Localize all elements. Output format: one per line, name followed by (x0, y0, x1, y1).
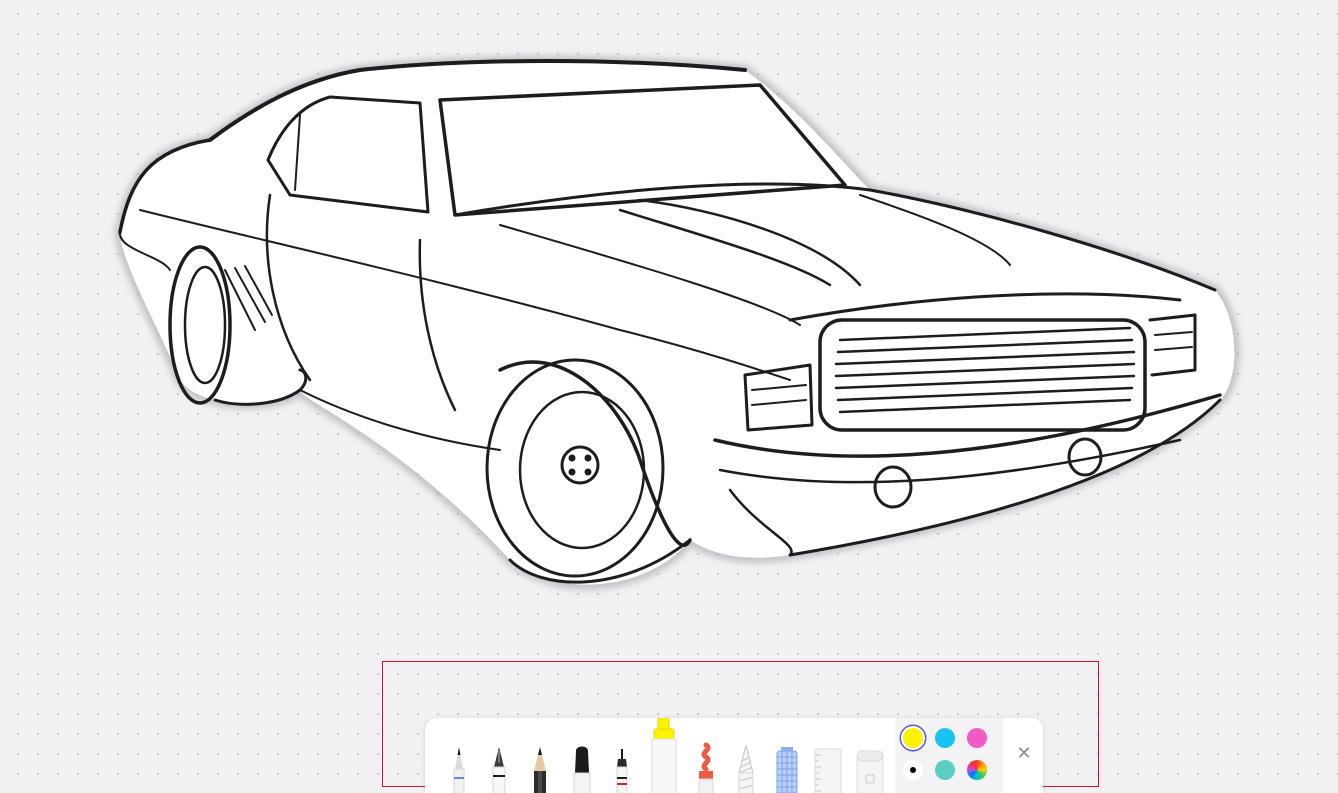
ruler-icon[interactable] (813, 731, 843, 793)
color-swatch-pink[interactable] (967, 728, 987, 748)
color-swatch-black[interactable] (903, 760, 923, 780)
close-button[interactable]: ✕ (1013, 742, 1035, 764)
black-dot (910, 767, 916, 773)
fill-icon[interactable] (771, 731, 803, 793)
eraser-icon[interactable] (855, 731, 885, 793)
drawing-toolbar: ✕ (425, 718, 1043, 793)
watercolor-icon[interactable] (691, 731, 721, 793)
color-swatch-cyan[interactable] (935, 728, 955, 748)
fineliner-icon[interactable] (609, 731, 635, 793)
close-icon: ✕ (1016, 743, 1032, 763)
crayon-icon[interactable] (731, 731, 761, 793)
highlighter-icon[interactable] (647, 718, 681, 793)
marker-icon[interactable] (567, 731, 597, 793)
color-swatch-teal[interactable] (935, 760, 955, 780)
monoline-pen-icon[interactable] (445, 731, 473, 793)
color-swatch-yellow[interactable] (903, 728, 923, 748)
fountain-pen-icon[interactable] (485, 731, 513, 793)
pencil-icon[interactable] (525, 731, 555, 793)
color-picker-icon[interactable] (967, 760, 987, 780)
